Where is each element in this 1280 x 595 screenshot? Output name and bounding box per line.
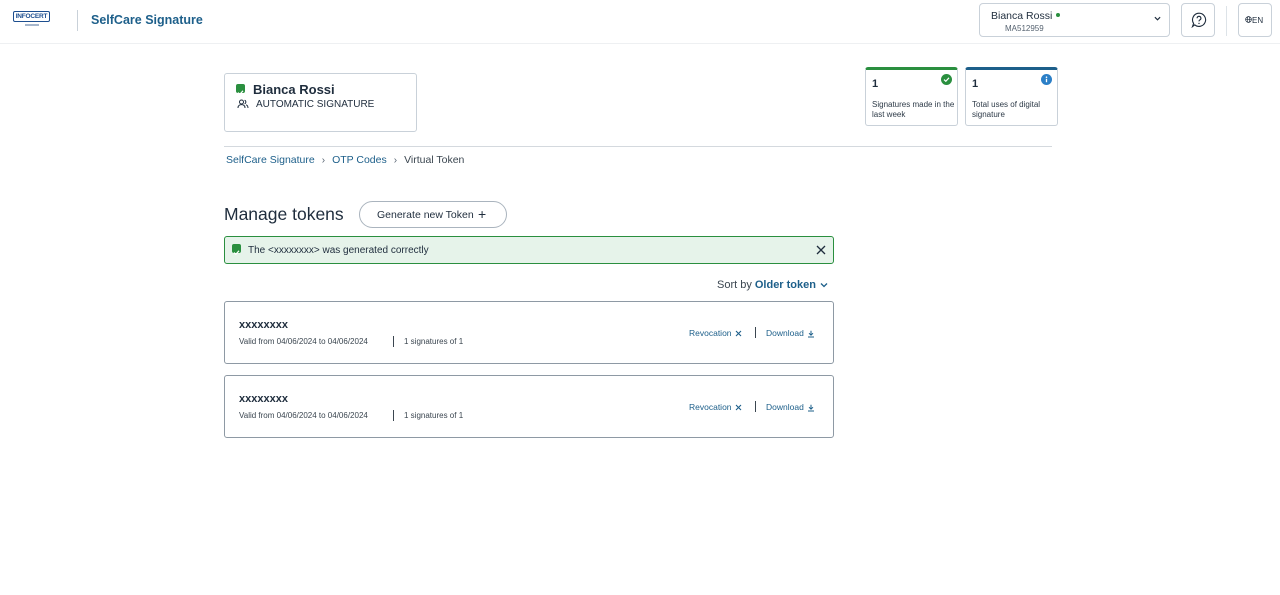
user-name: Bianca Rossi [991,10,1053,22]
download-icon [807,330,814,338]
stat-card-weekly-signatures: 1 Signatures made in the last week [865,67,958,126]
token-uses: 1 signatures of 1 [404,411,464,420]
token-name: xxxxxxxx [239,393,288,405]
chevron-down-icon [1154,16,1161,21]
success-alert: The <xxxxxxxx> was generated correctly [224,236,834,264]
token-action-divider [755,327,756,338]
revocation-label: Revocation [689,328,732,338]
download-link[interactable]: Download [766,328,815,338]
stat-value: 1 [972,78,979,90]
alert-message: The <xxxxxxxx> was generated correctly [248,245,429,256]
app-header: INFOCERT SelfCare Signature Bianca Rossi… [0,0,1280,44]
stat-value: 1 [872,78,879,90]
logo-text: INFOCERT [13,11,50,22]
sort-value: Older token [754,279,816,291]
signature-type: AUTOMATIC SIGNATURE [256,99,375,110]
token-name: xxxxxxxx [239,319,288,331]
generate-token-button[interactable]: Generate new Token + [359,201,507,228]
download-icon [807,404,814,412]
users-icon [237,99,249,109]
token-uses: 1 signatures of 1 [404,337,464,346]
revocation-link[interactable]: Revocation [689,402,742,412]
info-icon [1041,74,1052,85]
language-label: EN [1252,16,1264,25]
breadcrumb-item-virtual-token: Virtual Token [404,154,465,166]
close-icon [735,330,741,337]
revocation-link[interactable]: Revocation [689,328,742,338]
check-icon [232,244,241,256]
chevron-down-icon [820,283,828,288]
token-card: xxxxxxxx Valid from 04/06/2024 to 04/06/… [224,375,834,438]
infocert-logo[interactable]: INFOCERT [13,11,50,29]
globe-icon [1245,16,1252,23]
token-divider [393,410,394,421]
stat-label: Total uses of digital signature [972,100,1041,119]
check-icon [236,84,245,96]
alert-suffix: was generated correctly [322,245,429,256]
user-selector[interactable]: Bianca Rossi MA512959 [979,3,1170,37]
section-divider [224,146,1052,147]
plus-icon: + [478,206,487,222]
breadcrumb-item-otp-codes[interactable]: OTP Codes [332,154,387,166]
help-button[interactable] [1181,3,1215,37]
help-icon [1191,12,1207,28]
token-validity: Valid from 04/06/2024 to 04/06/2024 [239,411,368,420]
generate-token-label: Generate new Token [377,209,474,221]
close-icon [735,404,741,411]
profile-card: Bianca Rossi AUTOMATIC SIGNATURE [224,73,417,132]
sort-label: Sort by [717,279,752,291]
page-title: Manage tokens [224,204,344,224]
header-divider [1226,6,1227,36]
token-divider [393,336,394,347]
breadcrumb: SelfCare Signature › OTP Codes › Virtual Tok… [226,154,464,166]
language-button[interactable]: EN [1238,3,1272,37]
stat-card-total-uses: 1 Total uses of digital signature [965,67,1058,126]
check-icon [941,74,952,85]
alert-token: <xxxxxxxx> [268,245,320,256]
download-link[interactable]: Download [766,402,815,412]
download-label: Download [766,402,804,412]
breadcrumb-separator: › [393,155,398,166]
token-validity: Valid from 04/06/2024 to 04/06/2024 [239,337,368,346]
breadcrumb-item-selfcare[interactable]: SelfCare Signature [226,154,315,166]
download-label: Download [766,328,804,338]
sort-control[interactable]: Sort by Older token [717,279,828,291]
logo-tagline [13,24,50,27]
breadcrumb-separator: › [321,155,326,166]
close-icon[interactable] [814,243,828,257]
online-status-dot [1056,13,1060,17]
alert-prefix: The [248,245,266,256]
token-card: xxxxxxxx Valid from 04/06/2024 to 04/06/… [224,301,834,364]
app-title[interactable]: SelfCare Signature [91,13,203,27]
header-divider [77,10,78,31]
revocation-label: Revocation [689,402,732,412]
stat-label: Signatures made in the last week [872,100,955,119]
user-code: MA512959 [1005,24,1044,33]
profile-name: Bianca Rossi [253,82,335,97]
token-action-divider [755,401,756,412]
